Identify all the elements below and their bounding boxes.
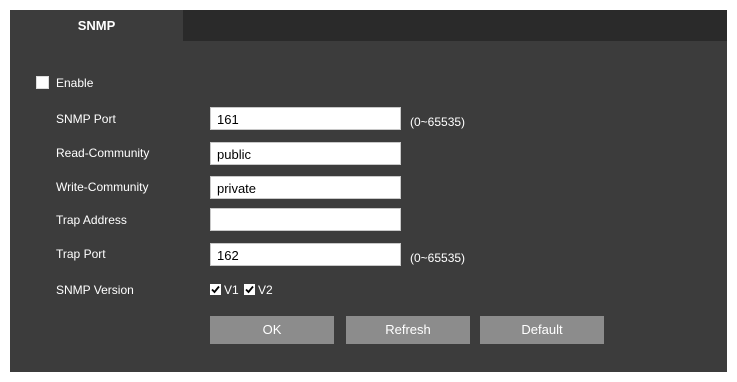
write-community-input[interactable]: private — [210, 176, 401, 199]
trap-port-range: (0~65535) — [410, 251, 466, 265]
ok-button[interactable]: OK — [210, 316, 334, 344]
tab-snmp[interactable]: SNMP — [10, 10, 183, 41]
version-v2-checkbox[interactable] — [244, 284, 255, 295]
snmp-port-range: (0~65535) — [410, 115, 466, 129]
trap-port-input[interactable]: 162 — [210, 243, 401, 266]
snmp-port-label: SNMP Port — [56, 112, 116, 126]
enable-checkbox[interactable] — [36, 76, 49, 89]
default-button[interactable]: Default — [480, 316, 604, 344]
version-v1-label: V1 — [224, 283, 239, 297]
checkmark-icon — [211, 285, 220, 294]
refresh-button[interactable]: Refresh — [346, 316, 470, 344]
enable-label: Enable — [56, 76, 94, 90]
snmp-settings-panel: SNMP Enable SNMP Port 161 (0~65535) Read… — [10, 10, 727, 372]
trap-address-input[interactable] — [210, 208, 401, 231]
snmp-port-input[interactable]: 161 — [210, 107, 401, 130]
write-community-label: Write-Community — [56, 180, 149, 194]
read-community-input[interactable]: public — [210, 142, 401, 165]
tab-bar: SNMP — [10, 10, 727, 41]
trap-address-label: Trap Address — [56, 213, 127, 227]
version-v1-checkbox[interactable] — [210, 284, 221, 295]
version-v2-label: V2 — [258, 283, 273, 297]
snmp-version-label: SNMP Version — [56, 283, 134, 297]
checkmark-icon — [245, 285, 254, 294]
read-community-label: Read-Community — [56, 146, 150, 160]
trap-port-label: Trap Port — [56, 247, 106, 261]
